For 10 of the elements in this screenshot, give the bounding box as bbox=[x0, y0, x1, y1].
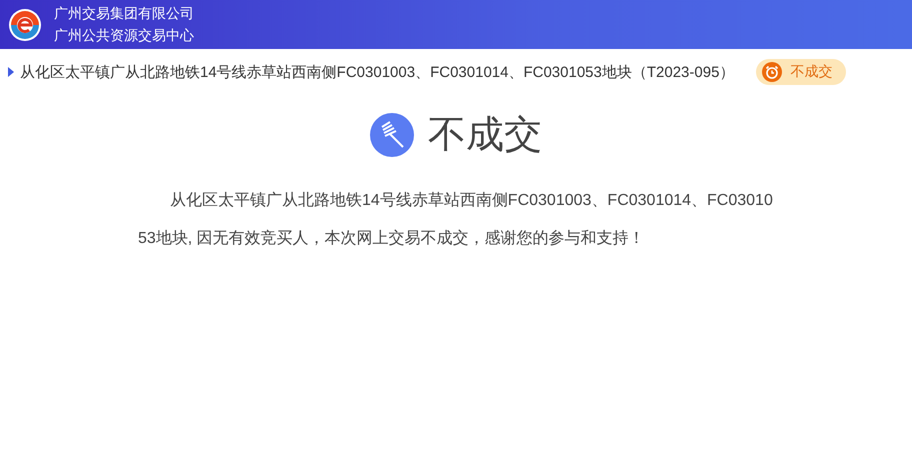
triangle-icon bbox=[8, 67, 14, 77]
status-text: 不成交 bbox=[790, 63, 832, 81]
logo-icon bbox=[8, 8, 42, 42]
center-name: 广州公共资源交易中心 bbox=[54, 26, 194, 45]
organization-name: 广州交易集团有限公司 bbox=[54, 4, 194, 23]
result-heading: 不成交 bbox=[428, 113, 542, 158]
project-title: 从化区太平镇广从北路地铁14号线赤草站西南侧FC0301003、FC0301014、FC0301053地块（T2023-095） bbox=[20, 62, 734, 82]
gavel-icon bbox=[370, 112, 414, 156]
result-message: 从化区太平镇广从北路地铁14号线赤草站西南侧FC0301003、FC0301014、FC0301053地块, 因无有效竞买人，本次网上交易不成交，感谢您的参与和支持！ bbox=[138, 190, 774, 249]
alarm-clock-icon bbox=[762, 62, 782, 82]
